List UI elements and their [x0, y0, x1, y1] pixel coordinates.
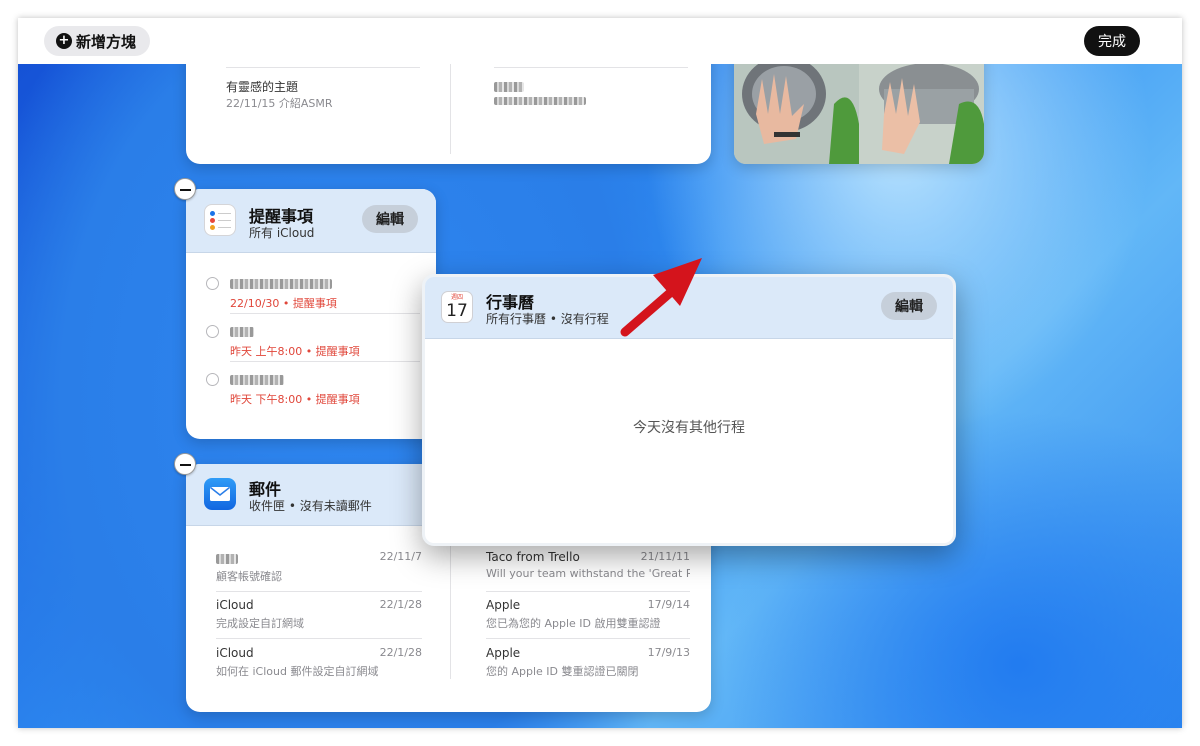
add-block-button[interactable]: + 新增方塊 [44, 26, 151, 56]
mail-item[interactable]: iCloud 完成設定自訂網域 22/1/28 [216, 596, 422, 636]
reminder-item[interactable]: 22/10/30 • 提醒事項 [186, 265, 436, 311]
remove-reminders-widget-button[interactable] [174, 178, 196, 200]
envelope-icon [210, 486, 230, 501]
mail-preview: 如何在 iCloud 郵件設定自訂網域 [216, 665, 379, 678]
calendar-empty-message: 今天沒有其他行程 [633, 420, 745, 436]
calendar-widget[interactable]: 週四 17 行事曆 所有行事曆 • 沒有行程 編輯 今天沒有其他行程 [422, 274, 956, 546]
calendar-subtitle: 所有行事曆 • 沒有行程 [486, 312, 609, 326]
mail-sender: Apple [486, 646, 521, 660]
reminder-meta: 昨天 下午8:00 • 提醒事項 [230, 393, 360, 406]
reminder-item[interactable]: 昨天 下午8:00 • 提醒事項 [186, 361, 436, 407]
calendar-header: 週四 17 行事曆 所有行事曆 • 沒有行程 編輯 [425, 277, 953, 339]
note-title: 有靈感的主題 [226, 80, 299, 94]
mail-date: 22/11/7 [379, 550, 422, 563]
mail-preview: Will your team withstand the 'Great Resi… [486, 567, 690, 580]
add-block-label: 新增方塊 [76, 32, 137, 51]
note-title-redacted [494, 82, 524, 92]
remove-mail-widget-button[interactable] [174, 453, 196, 475]
mail-item[interactable]: Apple 您的 Apple ID 雙重認證已關閉 17/9/13 [486, 644, 690, 684]
reminder-checkbox[interactable] [206, 277, 219, 290]
mail-preview: 顧客帳號確認 [216, 570, 282, 583]
mail-app-icon [204, 478, 236, 510]
mail-date: 17/9/14 [647, 598, 690, 611]
reminder-title-redacted [230, 279, 332, 289]
mail-date: 21/11/11 [640, 550, 690, 563]
note-meta: 22/11/15 介紹ASMR [226, 97, 333, 110]
mail-preview: 您已為您的 Apple ID 啟用雙重認證 [486, 617, 661, 630]
photos-widget[interactable] [734, 64, 984, 164]
mail-preview: 完成設定自訂網域 [216, 617, 304, 630]
reminder-meta: 22/10/30 • 提醒事項 [230, 297, 337, 310]
reminders-widget[interactable]: 提醒事項 所有 iCloud 編輯 22/10/30 • 提醒事項 昨天 上午8… [186, 189, 436, 439]
note-meta-redacted [494, 97, 586, 105]
calendar-icon-day: 17 [446, 301, 468, 321]
mail-item[interactable]: 顧客帳號確認 22/11/7 [216, 548, 422, 588]
calendar-edit-button[interactable]: 編輯 [881, 292, 937, 320]
calendar-app-icon: 週四 17 [441, 291, 473, 323]
reminder-title-redacted [230, 327, 254, 337]
reminder-meta: 昨天 上午8:00 • 提醒事項 [230, 345, 360, 358]
mail-item[interactable]: Apple 您已為您的 Apple ID 啟用雙重認證 17/9/14 [486, 596, 690, 636]
mail-sender: iCloud [216, 598, 254, 612]
reminder-checkbox[interactable] [206, 373, 219, 386]
mail-sender: Apple [486, 598, 521, 612]
desktop-wallpaper: 有靈感的主題 22/11/15 介紹ASMR 提醒事項 所有 iCloud 編輯… [18, 64, 1182, 728]
mail-sender: Taco from Trello [486, 550, 580, 564]
notes-widget[interactable]: 有靈感的主題 22/11/15 介紹ASMR [186, 64, 711, 164]
mail-preview: 您的 Apple ID 雙重認證已關閉 [486, 665, 639, 678]
mail-date: 22/1/28 [379, 646, 422, 659]
reminders-header: 提醒事項 所有 iCloud 編輯 [186, 189, 436, 253]
plus-icon: + [56, 33, 72, 49]
reminder-item[interactable]: 昨天 上午8:00 • 提醒事項 [186, 313, 436, 359]
mail-date: 17/9/13 [647, 646, 690, 659]
done-button[interactable]: 完成 [1084, 26, 1140, 56]
reminders-subtitle: 所有 iCloud [249, 226, 315, 240]
reminder-title-redacted [230, 375, 284, 385]
toolbar: + 新增方塊 完成 [18, 18, 1182, 64]
photo-thumbnails [734, 64, 984, 164]
mail-sender-redacted [216, 554, 238, 564]
reminders-edit-button[interactable]: 編輯 [362, 205, 418, 233]
reminders-app-icon [204, 204, 236, 236]
widget-edit-screen: + 新增方塊 完成 有靈感的主題 22/11/15 介紹ASMR 提醒事項 所有… [18, 18, 1182, 728]
mail-item[interactable]: iCloud 如何在 iCloud 郵件設定自訂網域 22/1/28 [216, 644, 422, 684]
mail-date: 22/1/28 [379, 598, 422, 611]
mail-subtitle: 收件匣 • 沒有未讀郵件 [249, 499, 372, 513]
mail-sender: iCloud [216, 646, 254, 660]
mail-item[interactable]: Taco from Trello Will your team withstan… [486, 548, 690, 588]
reminder-checkbox[interactable] [206, 325, 219, 338]
